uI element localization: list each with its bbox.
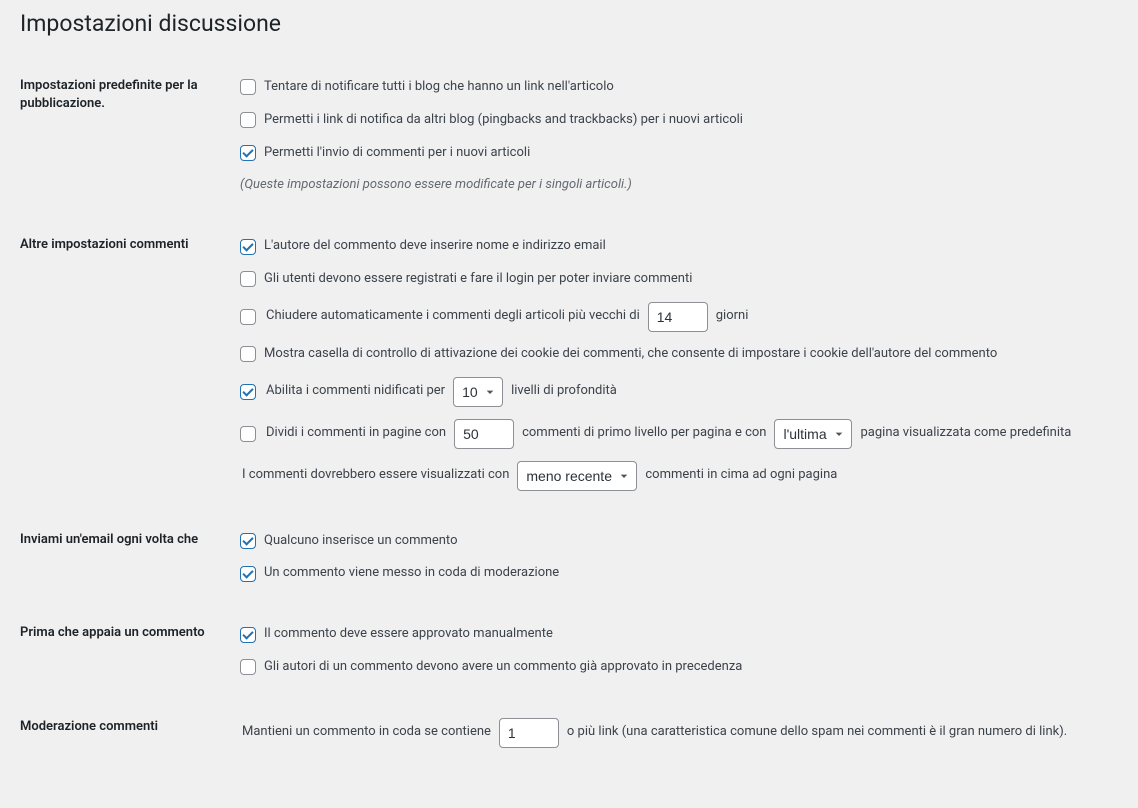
text-manual-approval: Il commento deve essere approvato manual… xyxy=(264,624,553,645)
checkbox-notify-blogs[interactable] xyxy=(240,79,256,95)
text-nested-pre: Abilita i commenti nidificati per xyxy=(266,381,445,402)
text-paginate-pre: Dividi i commenti in pagine con xyxy=(266,423,446,444)
label-allow-pingbacks[interactable]: Permetti i link di notifica da altri blo… xyxy=(240,110,743,131)
label-require-name-email[interactable]: L'autore del commento deve inserire nome… xyxy=(240,236,606,257)
label-allow-comments[interactable]: Permetti l'invio di commenti per i nuovi… xyxy=(240,143,530,164)
section-heading-other-comments: Altre impostazioni commenti xyxy=(20,236,240,530)
text-notify-blogs: Tentare di notificare tutti i blog che h… xyxy=(264,77,614,98)
select-comment-order[interactable]: meno recente xyxy=(517,461,637,491)
text-auto-close-post: giorni xyxy=(716,306,749,327)
label-email-someone-posts[interactable]: Qualcuno inserisce un commento xyxy=(240,531,457,552)
select-default-page[interactable]: l'ultima xyxy=(774,419,852,449)
text-allow-pingbacks: Permetti i link di notifica da altri blo… xyxy=(264,110,743,131)
checkbox-nested-comments[interactable] xyxy=(240,384,256,400)
text-order-pre: I commenti dovrebbero essere visualizzat… xyxy=(242,465,509,486)
checkbox-auto-close[interactable] xyxy=(240,309,256,325)
label-auto-close[interactable]: Chiudere automaticamente i commenti degl… xyxy=(240,306,642,327)
label-cookie-consent[interactable]: Mostra casella di controllo di attivazio… xyxy=(240,344,997,365)
text-prev-approved: Gli autori di un commento devono avere u… xyxy=(264,657,742,678)
label-nested-comments[interactable]: Abilita i commenti nidificati per xyxy=(240,381,447,402)
label-email-held-moderation[interactable]: Un commento viene messo in coda di moder… xyxy=(240,563,559,584)
checkbox-require-name-email[interactable] xyxy=(240,239,256,255)
text-cookie-consent: Mostra casella di controllo di attivazio… xyxy=(264,344,997,365)
section-heading-email-me: Inviami un'email ogni volta che xyxy=(20,531,240,625)
input-max-links[interactable] xyxy=(499,718,559,748)
input-comments-per-page[interactable] xyxy=(454,419,514,449)
text-require-registered: Gli utenti devono essere registrati e fa… xyxy=(264,269,692,290)
text-hold-post: o più link (una caratteristica comune de… xyxy=(567,722,1067,743)
text-auto-close-pre: Chiudere automaticamente i commenti degl… xyxy=(266,306,640,327)
text-email-someone-posts: Qualcuno inserisce un commento xyxy=(264,531,457,552)
checkbox-allow-comments[interactable] xyxy=(240,145,256,161)
checkbox-require-registered[interactable] xyxy=(240,271,256,287)
label-paginate-comments[interactable]: Dividi i commenti in pagine con xyxy=(240,423,448,444)
checkbox-email-held-moderation[interactable] xyxy=(240,566,256,582)
checkbox-manual-approval[interactable] xyxy=(240,627,256,643)
input-auto-close-days[interactable] xyxy=(648,302,708,332)
checkbox-allow-pingbacks[interactable] xyxy=(240,112,256,128)
checkbox-paginate-comments[interactable] xyxy=(240,426,256,442)
section-heading-defaults: Impostazioni predefinite per la pubblica… xyxy=(20,77,240,236)
text-allow-comments: Permetti l'invio di commenti per i nuovi… xyxy=(264,143,530,164)
label-prev-approved[interactable]: Gli autori di un commento devono avere u… xyxy=(240,657,742,678)
defaults-note: (Queste impostazioni possono essere modi… xyxy=(240,175,1118,196)
text-order-post: commenti in cima ad ogni pagina xyxy=(645,465,837,486)
text-nested-post: livelli di profondità xyxy=(511,381,617,402)
text-require-name-email: L'autore del commento deve inserire nome… xyxy=(264,236,606,257)
text-email-held-moderation: Un commento viene messo in coda di moder… xyxy=(264,563,559,584)
text-paginate-mid: commenti di primo livello per pagina e c… xyxy=(522,423,766,444)
section-heading-before-appears: Prima che appaia un commento xyxy=(20,624,240,718)
label-require-registered[interactable]: Gli utenti devono essere registrati e fa… xyxy=(240,269,692,290)
select-nested-levels[interactable]: 10 xyxy=(453,377,503,407)
checkbox-cookie-consent[interactable] xyxy=(240,346,256,362)
checkbox-email-someone-posts[interactable] xyxy=(240,533,256,549)
label-manual-approval[interactable]: Il commento deve essere approvato manual… xyxy=(240,624,553,645)
text-hold-pre: Mantieni un commento in coda se contiene xyxy=(242,722,491,743)
checkbox-prev-approved[interactable] xyxy=(240,659,256,675)
page-title: Impostazioni discussione xyxy=(20,10,1118,37)
section-heading-moderation: Moderazione commenti xyxy=(20,718,240,788)
label-notify-blogs[interactable]: Tentare di notificare tutti i blog che h… xyxy=(240,77,614,98)
text-paginate-post: pagina visualizzata come predefinita xyxy=(860,423,1071,444)
